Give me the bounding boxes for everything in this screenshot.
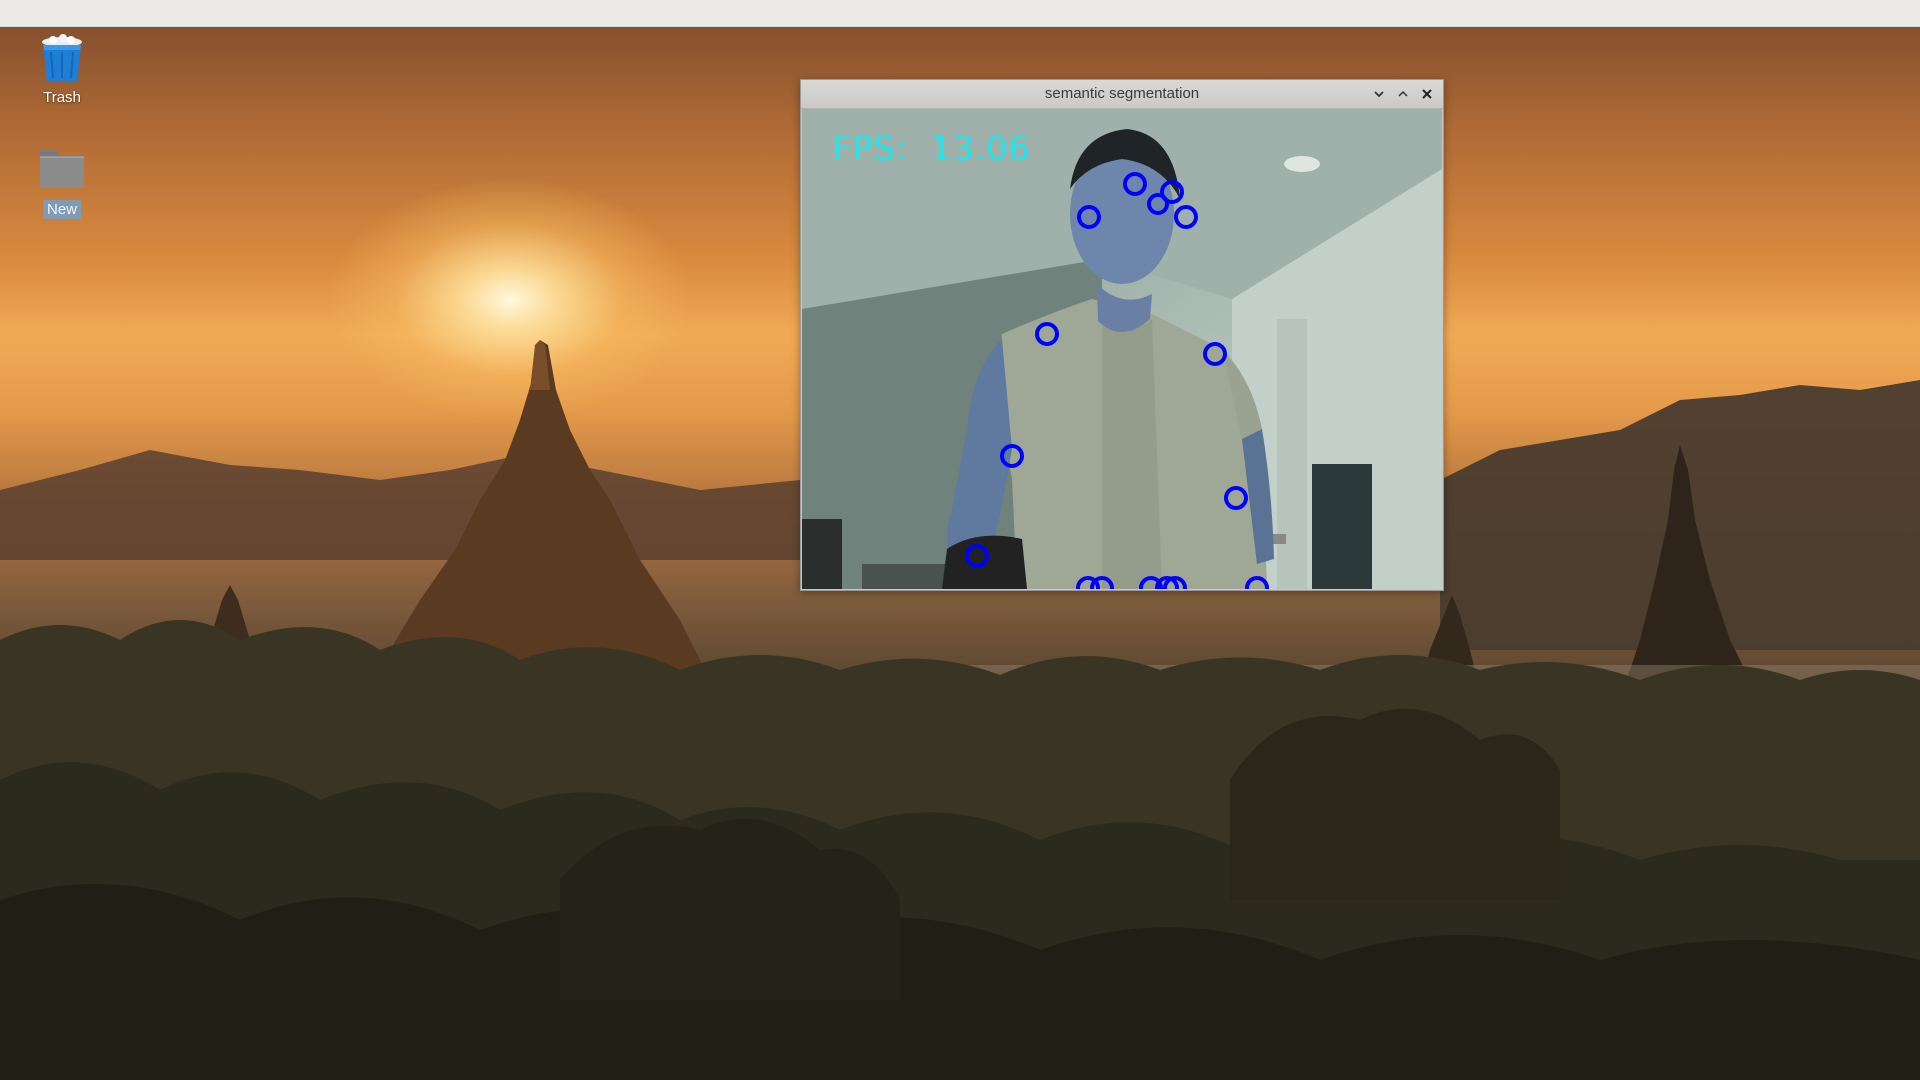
trash-icon bbox=[37, 34, 87, 84]
right-tree-mass bbox=[1230, 708, 1560, 900]
ceiling-light bbox=[1284, 156, 1320, 172]
window-titlebar[interactable]: semantic segmentation bbox=[801, 80, 1443, 109]
fps-label: FPS: bbox=[832, 129, 908, 169]
dark-door bbox=[1312, 464, 1372, 589]
desktop-icon-new-folder[interactable]: New bbox=[17, 146, 107, 219]
desktop-icon-trash[interactable]: Trash bbox=[17, 34, 107, 107]
fps-value: 13.06 bbox=[930, 129, 1031, 169]
app-window[interactable]: semantic segmentation FPS: 13.06 bbox=[800, 79, 1444, 591]
door-frame bbox=[1277, 319, 1307, 589]
distant-hills bbox=[0, 450, 800, 560]
close-button[interactable] bbox=[1418, 85, 1436, 103]
chevron-up-icon bbox=[1398, 90, 1408, 97]
door-handle bbox=[1272, 534, 1286, 544]
new-folder-label: New bbox=[42, 200, 81, 219]
shirt-shadow bbox=[1102, 309, 1162, 589]
close-icon bbox=[1422, 89, 1432, 99]
desk-item-2 bbox=[862, 564, 952, 589]
maximize-button[interactable] bbox=[1394, 85, 1412, 103]
chevron-down-icon bbox=[1374, 91, 1384, 98]
camera-feed: FPS: 13.06 bbox=[802, 109, 1442, 589]
window-title: semantic segmentation bbox=[1044, 85, 1200, 102]
minimize-button[interactable] bbox=[1370, 85, 1388, 103]
fps-overlay: FPS: 13.06 bbox=[832, 129, 1030, 169]
top-panel bbox=[0, 0, 1920, 27]
camera-frame bbox=[802, 109, 1442, 589]
desk-item bbox=[802, 519, 842, 589]
folder-icon bbox=[37, 146, 87, 196]
trash-label: Trash bbox=[43, 89, 81, 106]
